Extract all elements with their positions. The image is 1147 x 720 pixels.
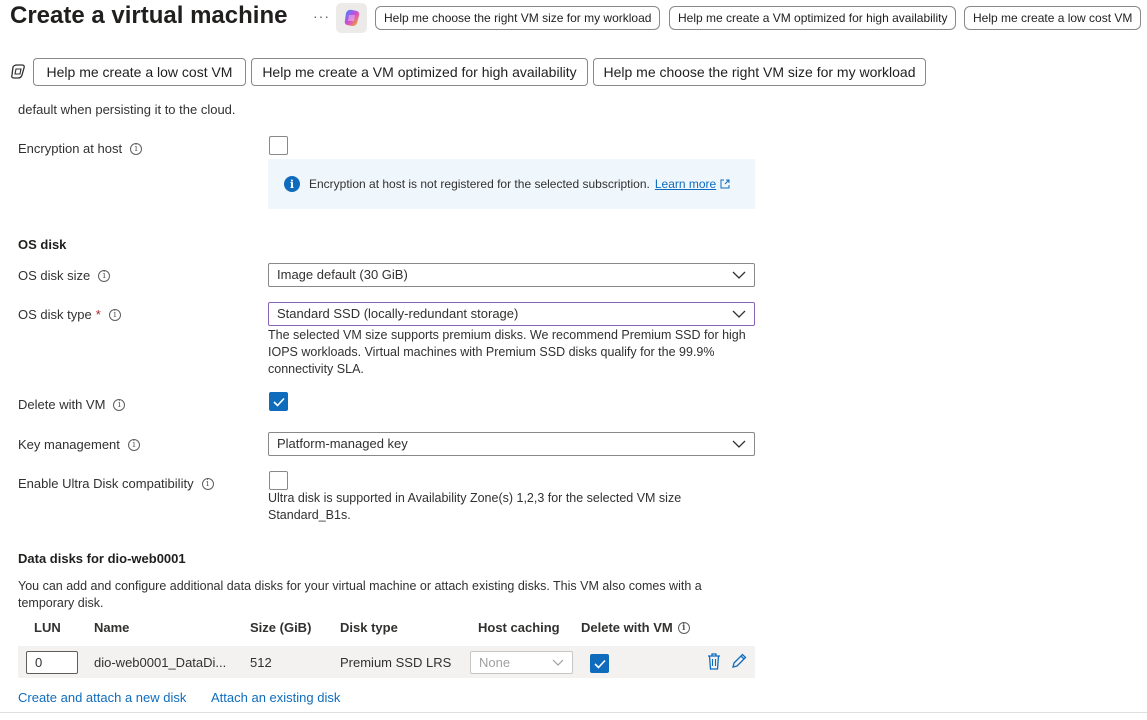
key-management-select[interactable]: Platform-managed key: [268, 432, 755, 456]
col-size: Size (GiB): [250, 620, 312, 635]
prompt-low-cost-vm[interactable]: Help me create a low cost VM: [33, 58, 246, 86]
copilot-button[interactable]: [336, 3, 367, 33]
encryption-at-host-text: Encryption at host: [18, 141, 123, 156]
attach-existing-disk-link[interactable]: Attach an existing disk: [211, 690, 340, 705]
page-title: Create a virtual machine: [10, 2, 288, 29]
info-icon[interactable]: i: [130, 142, 143, 155]
delete-with-vm-checkbox[interactable]: [269, 392, 288, 411]
chevron-down-icon: [552, 659, 564, 666]
prompt-choose-vm-size[interactable]: Help me choose the right VM size for my …: [593, 58, 926, 86]
info-icon[interactable]: i: [98, 269, 111, 282]
key-management-label: Key management i: [18, 437, 140, 452]
disk-name-cell: dio-web0001_DataDi...: [94, 655, 227, 670]
chip-low-cost-vm[interactable]: Help me create a low cost VM: [964, 6, 1142, 30]
ultra-disk-help: Ultra disk is supported in Availability …: [268, 491, 682, 522]
key-management-value: Platform-managed key: [277, 436, 408, 451]
info-icon[interactable]: i: [127, 438, 140, 451]
disk-size-cell: 512: [250, 655, 272, 670]
required-mark: *: [95, 307, 101, 322]
copilot-icon: [344, 9, 359, 27]
os-disk-type-text: OS disk type: [18, 307, 92, 322]
copilot-prompts-icon: [10, 64, 27, 84]
info-icon[interactable]: i: [108, 308, 121, 321]
os-disk-type-label: OS disk type * i: [18, 307, 121, 322]
data-disk-delete-checkbox[interactable]: [590, 654, 609, 673]
more-options-icon[interactable]: ···: [313, 8, 330, 24]
os-disk-size-text: OS disk size: [18, 268, 91, 283]
encryption-description-tail: default when persisting it to the cloud.: [18, 93, 236, 118]
ultra-disk-text: Enable Ultra Disk compatibility: [18, 476, 194, 491]
encryption-at-host-label: Encryption at host i: [18, 141, 143, 156]
info-icon[interactable]: i: [677, 621, 690, 634]
learn-more-link[interactable]: Learn more: [655, 177, 716, 191]
disk-type-cell: Premium SSD LRS: [340, 655, 452, 670]
delete-with-vm-text: Delete with VM: [18, 397, 106, 412]
info-icon: i: [284, 176, 300, 192]
info-icon[interactable]: i: [201, 477, 214, 490]
chip-choose-vm-size[interactable]: Help me choose the right VM size for my …: [375, 6, 661, 30]
os-disk-type-select[interactable]: Standard SSD (locally-redundant storage): [268, 302, 755, 326]
delete-with-vm-label: Delete with VM i: [18, 397, 126, 412]
os-disk-heading: OS disk: [18, 237, 67, 252]
clipped-text-line: [18, 93, 236, 102]
data-disks-description: You can add and configure additional dat…: [18, 579, 702, 610]
col-lun: LUN: [34, 620, 61, 635]
prompt-high-availability[interactable]: Help me create a VM optimized for high a…: [251, 58, 588, 86]
key-management-text: Key management: [18, 437, 120, 452]
chevron-down-icon: [732, 310, 746, 318]
os-disk-size-value: Image default (30 GiB): [277, 267, 408, 282]
ultra-disk-label: Enable Ultra Disk compatibility i: [18, 476, 214, 491]
lun-input[interactable]: 0: [26, 651, 78, 674]
create-attach-disk-link[interactable]: Create and attach a new disk: [18, 690, 186, 705]
ultra-disk-checkbox[interactable]: [269, 471, 288, 490]
divider: [0, 712, 1147, 713]
data-disks-heading: Data disks for dio-web0001: [18, 551, 186, 566]
encryption-info-banner: i Encryption at host is not registered f…: [268, 159, 755, 209]
chevron-down-icon: [732, 440, 746, 448]
chevron-down-icon: [732, 271, 746, 279]
pencil-icon[interactable]: [731, 653, 747, 674]
encryption-description-line: default when persisting it to the cloud.: [18, 102, 236, 117]
os-disk-type-help: The selected VM size supports premium di…: [268, 328, 746, 376]
col-delete-with-vm-text: Delete with VM: [581, 620, 673, 635]
encryption-info-text: Encryption at host is not registered for…: [309, 177, 650, 191]
os-disk-type-value: Standard SSD (locally-redundant storage): [277, 306, 519, 321]
chip-high-availability[interactable]: Help me create a VM optimized for high a…: [669, 6, 957, 30]
trash-icon[interactable]: [707, 653, 721, 675]
os-disk-size-select[interactable]: Image default (30 GiB): [268, 263, 755, 287]
checkmark-icon: [593, 659, 606, 669]
col-host-caching: Host caching: [478, 620, 560, 635]
encryption-at-host-checkbox[interactable]: [269, 136, 288, 155]
col-disk-type: Disk type: [340, 620, 398, 635]
col-name: Name: [94, 620, 130, 635]
checkmark-icon: [272, 397, 285, 407]
info-icon[interactable]: i: [113, 398, 126, 411]
col-delete-with-vm: Delete with VM i: [581, 620, 690, 635]
os-disk-size-label: OS disk size i: [18, 268, 111, 283]
host-caching-select[interactable]: None: [470, 651, 573, 674]
host-caching-value: None: [479, 655, 511, 670]
external-link-icon: [720, 179, 730, 189]
